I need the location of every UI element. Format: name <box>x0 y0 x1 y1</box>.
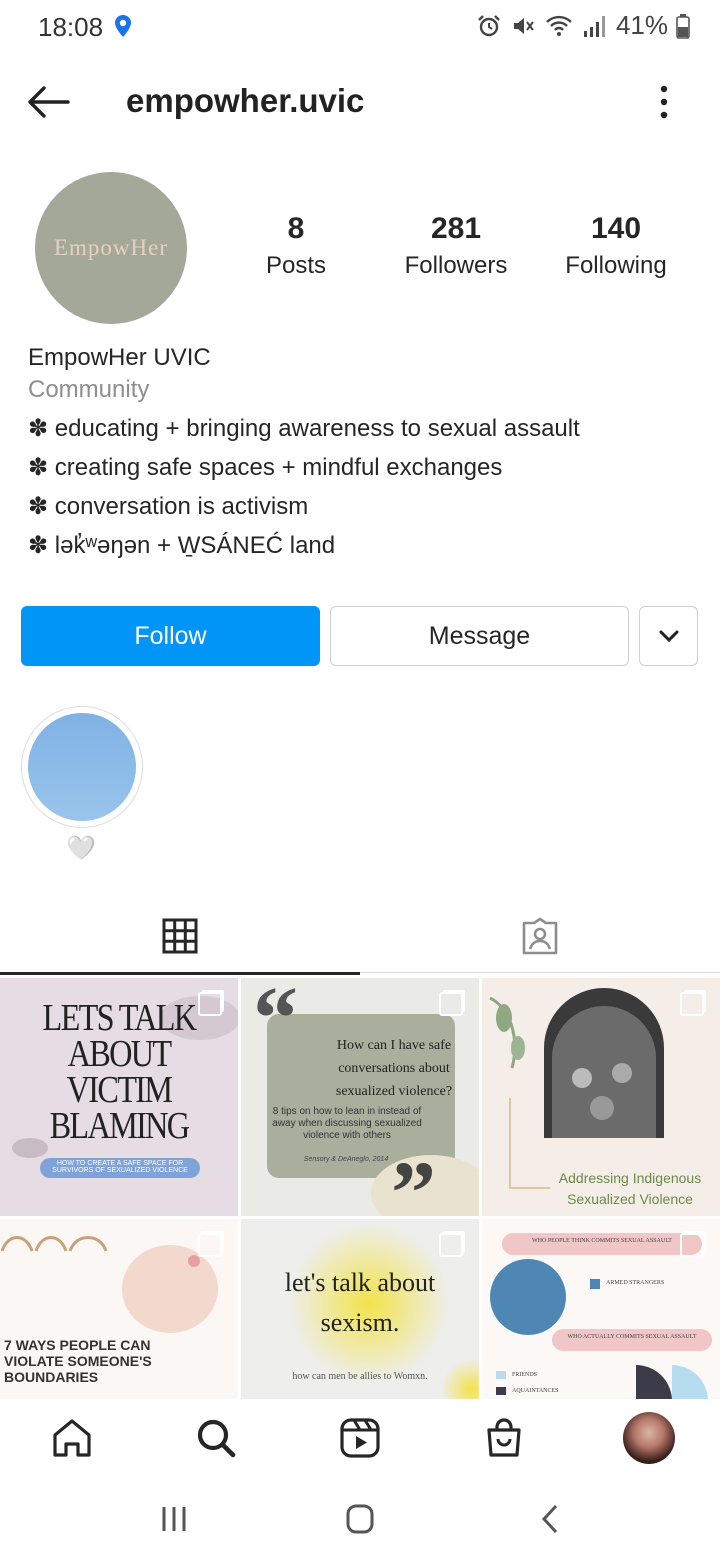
back-button[interactable] <box>26 84 70 120</box>
story-highlight[interactable] <box>21 706 143 828</box>
profile-bio: EmpowHer UVIC Community ✽ educating + br… <box>28 344 708 560</box>
post-title: How can I have safe conversations about … <box>335 1038 453 1099</box>
svg-text:”: ” <box>391 1144 436 1216</box>
posts-label: Posts <box>265 252 327 279</box>
post-subtitle: how can men be allies to Womxn. <box>292 1371 428 1382</box>
highlight-label: 🤍 <box>66 835 96 862</box>
grid-icon <box>162 918 198 954</box>
nav-reels[interactable] <box>335 1413 385 1463</box>
status-bar: 18:08 41% <box>0 0 720 56</box>
shopping-bag-icon <box>487 1418 521 1457</box>
nav-search[interactable] <box>191 1413 241 1463</box>
battery-icon <box>676 13 690 39</box>
chart-legend-label: ARMED STRANGERS <box>606 1280 665 1286</box>
status-icons: 41% <box>476 10 690 41</box>
carousel-icon <box>680 992 704 1016</box>
nav-profile-avatar[interactable] <box>623 1412 675 1464</box>
stat-followers[interactable]: 281 Followers <box>381 212 531 280</box>
post-credit: Sensory & DeAneglo, 2014 <box>303 1156 389 1163</box>
system-back-button[interactable] <box>532 1501 568 1537</box>
suggested-accounts-button[interactable] <box>639 606 698 666</box>
bottom-nav <box>0 1399 720 1479</box>
wifi-icon <box>546 15 572 36</box>
mute-icon <box>513 17 534 34</box>
profile-category: Community <box>28 376 150 403</box>
nav-home[interactable] <box>47 1413 97 1463</box>
message-button[interactable]: Message <box>330 606 629 666</box>
tab-posts-grid[interactable] <box>0 900 360 975</box>
chart-legend-label: AQUAINTANCES <box>512 1388 559 1394</box>
post-title: Addressing Indigenous Sexualized Violenc… <box>558 1170 702 1207</box>
chevron-left-icon <box>541 1504 558 1534</box>
post-thumbnail[interactable]: let's talk about sexism. how can men be … <box>241 1219 479 1399</box>
display-name: EmpowHer UVIC <box>28 344 211 371</box>
tab-tagged[interactable] <box>360 900 720 973</box>
profile-avatar[interactable]: EmpowHer <box>35 172 187 324</box>
post-subtitle: WHO ACTUALLY COMMITS SEXUAL ASSAULT <box>567 1334 697 1340</box>
arrow-left-icon <box>28 86 70 118</box>
system-nav-bar <box>0 1479 720 1560</box>
home-icon <box>53 1419 91 1457</box>
stat-following[interactable]: 140 Following <box>541 212 691 280</box>
follow-button[interactable]: Follow <box>21 606 320 666</box>
followers-count: 281 <box>430 212 482 245</box>
bio-line: ✽ educating + bringing awareness to sexu… <box>28 415 580 442</box>
stat-posts[interactable]: 8 Posts <box>221 212 371 280</box>
recents-icon <box>162 1507 186 1531</box>
carousel-icon <box>198 992 222 1016</box>
location-icon <box>114 14 132 43</box>
chevron-down-icon <box>659 630 678 643</box>
bio-line: ✽ lək̓ʷəŋən + W̱SÁNEĆ land <box>28 532 336 559</box>
avatar-logo-text: EmpowHer <box>53 235 169 260</box>
post-title: WHO PEOPLE THINK COMMITS SEXUAL ASSAULT <box>532 1238 672 1244</box>
reels-icon <box>340 1418 380 1458</box>
chart-legend-label: FRIENDS <box>512 1372 538 1378</box>
followers-label: Followers <box>404 252 508 279</box>
recents-button[interactable] <box>156 1501 192 1537</box>
post-subtitle: HOW TO CREATE A SAFE SPACE FOR SURVIVORS… <box>52 1160 188 1174</box>
post-subtitle: 8 tips on how to lean in instead of away… <box>272 1106 422 1141</box>
nav-shop[interactable] <box>479 1413 529 1463</box>
post-title: LETS TALK ABOUT VICTIM BLAMING <box>42 997 198 1147</box>
following-label: Following <box>565 252 667 279</box>
profile-username: empowher.uvic <box>126 82 365 119</box>
post-thumbnail[interactable]: “ ” How can I have safe conversations ab… <box>241 978 479 1216</box>
carousel-icon <box>198 1233 222 1257</box>
post-title: 7 WAYS PEOPLE CAN VIOLATE SOMEONE'S BOUN… <box>4 1337 152 1385</box>
bio-line: ✽ conversation is activism <box>28 493 309 520</box>
post-thumbnail[interactable]: 7 WAYS PEOPLE CAN VIOLATE SOMEONE'S BOUN… <box>0 1219 238 1399</box>
carousel-icon <box>439 1233 463 1257</box>
home-square-icon <box>346 1504 374 1534</box>
post-thumbnail[interactable]: Addressing Indigenous Sexualized Violenc… <box>482 978 720 1216</box>
more-vertical-icon <box>660 85 668 119</box>
signal-icon <box>583 15 605 37</box>
profile-header: empowher.uvic <box>0 56 720 148</box>
following-count: 140 <box>590 212 642 245</box>
carousel-icon <box>439 992 463 1016</box>
post-thumbnail[interactable]: LETS TALK ABOUT VICTIM BLAMING HOW TO CR… <box>0 978 238 1216</box>
search-icon <box>197 1419 236 1458</box>
highlight-cover <box>28 713 136 821</box>
tagged-person-icon <box>522 917 558 955</box>
post-title: let's talk about sexism. <box>284 1268 436 1337</box>
options-menu-button[interactable] <box>646 82 682 122</box>
post-thumbnail[interactable]: WHO PEOPLE THINK COMMITS SEXUAL ASSAULT … <box>482 1219 720 1399</box>
carousel-icon <box>680 1233 704 1257</box>
svg-text:“: “ <box>253 978 298 1068</box>
home-button[interactable] <box>342 1501 378 1537</box>
alarm-icon <box>478 14 500 36</box>
bio-line: ✽ creating safe spaces + mindful exchang… <box>28 454 503 481</box>
battery-text: 41% <box>615 10 668 40</box>
status-time: 18:08 <box>38 12 104 42</box>
posts-count: 8 <box>287 212 305 245</box>
